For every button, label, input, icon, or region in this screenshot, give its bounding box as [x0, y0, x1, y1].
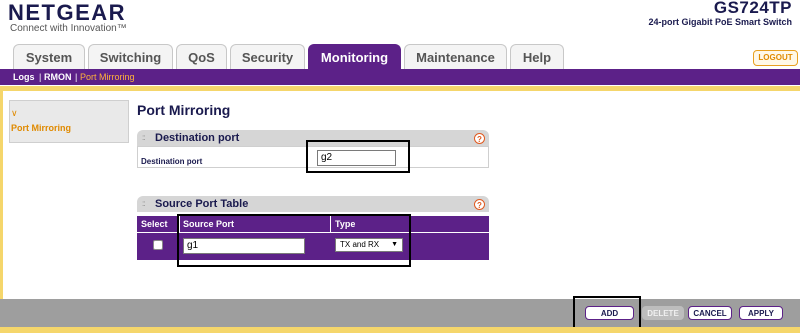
footer-stripe: [0, 327, 800, 333]
destination-panel-title: Destination port: [155, 132, 240, 144]
subnav-item-logs[interactable]: Logs: [13, 71, 35, 83]
left-menu-item-port-mirroring[interactable]: Port Mirroring: [11, 123, 71, 133]
source-panel-title: Source Port Table: [155, 198, 249, 210]
apply-button[interactable]: APPLY: [739, 306, 783, 320]
subnav-item-rmon[interactable]: RMON: [44, 71, 72, 83]
highlight-box: [573, 296, 641, 329]
subnav-separator: |: [39, 72, 42, 82]
tab-system[interactable]: System: [13, 44, 85, 70]
drag-grip-icon: ::: [142, 199, 146, 208]
destination-port-label: Destination port: [141, 157, 203, 166]
tab-monitoring[interactable]: Monitoring: [308, 44, 401, 70]
highlight-box: [306, 140, 410, 173]
left-stripe: [0, 91, 3, 299]
highlight-box: [177, 214, 411, 267]
tab-qos[interactable]: QoS: [176, 44, 227, 70]
tab-help[interactable]: Help: [510, 44, 564, 70]
help-icon[interactable]: ?: [474, 133, 485, 144]
tab-maintenance[interactable]: Maintenance: [404, 44, 507, 70]
subnav-item-port-mirroring[interactable]: Port Mirroring: [80, 71, 135, 83]
cancel-button[interactable]: CANCEL: [688, 306, 732, 320]
header-stripe: [0, 86, 800, 91]
tab-switching[interactable]: Switching: [88, 44, 173, 70]
tab-security[interactable]: Security: [230, 44, 305, 70]
chevron-down-icon: ∨: [11, 108, 18, 118]
logout-button[interactable]: LOGOUT: [753, 50, 798, 66]
drag-grip-icon: ::: [142, 133, 146, 142]
device-description: 24-port Gigabit PoE Smart Switch: [648, 17, 792, 27]
subnav-separator: |: [75, 72, 78, 82]
device-model: GS724TP: [713, 0, 792, 17]
brand-tagline: Connect with Innovation™: [10, 23, 127, 34]
column-header-select: Select: [141, 219, 168, 229]
help-icon[interactable]: ?: [474, 199, 485, 210]
select-checkbox[interactable]: [153, 240, 163, 250]
delete-button[interactable]: DELETE: [642, 306, 684, 320]
page-title: Port Mirroring: [137, 102, 231, 118]
left-menu-panel: [9, 100, 129, 143]
